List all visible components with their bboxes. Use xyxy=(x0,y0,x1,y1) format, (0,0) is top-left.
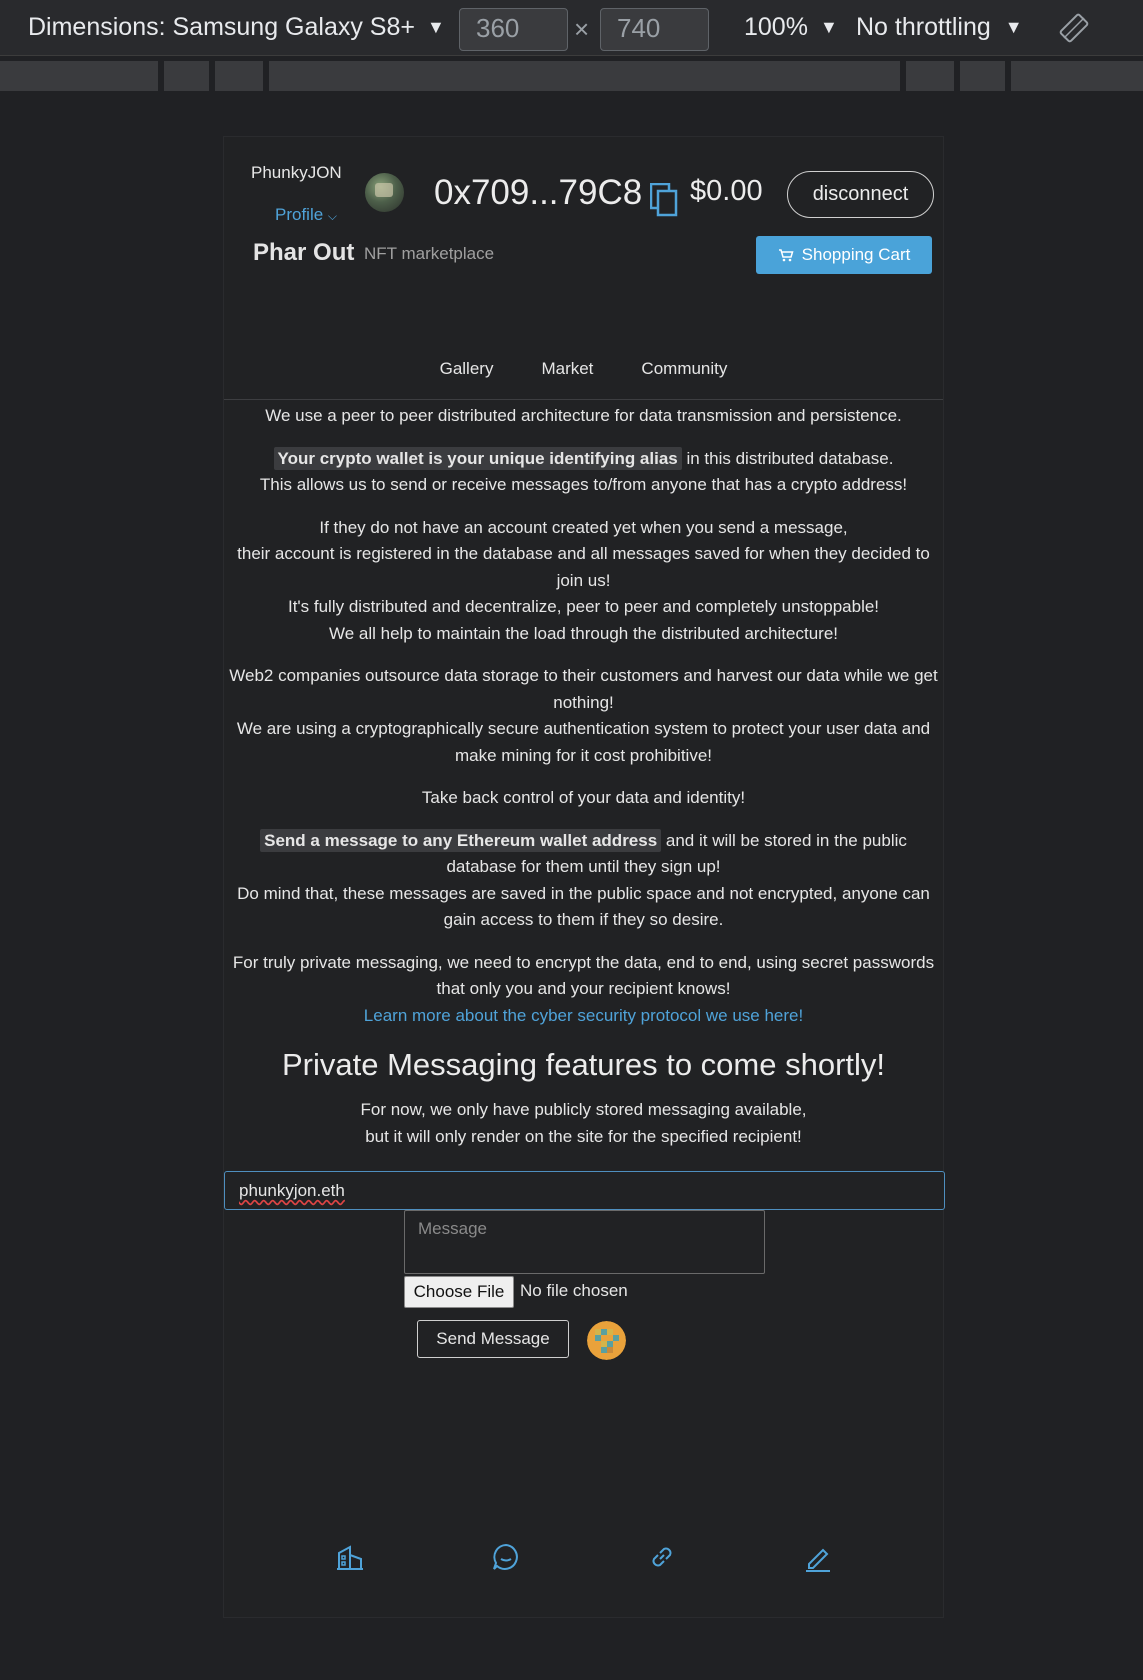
building-icon[interactable] xyxy=(334,1541,366,1573)
throttling-label: No throttling xyxy=(856,13,991,41)
no-file-label: No file chosen xyxy=(520,1281,628,1300)
alias-rest: in this distributed database. xyxy=(681,448,894,468)
device-height-input[interactable]: 740 xyxy=(600,8,709,51)
send-paragraph: Send a message to any Ethereum wallet ad… xyxy=(224,828,943,934)
message-textarea[interactable]: Message xyxy=(404,1210,765,1274)
registration-paragraph: If they do not have an account created y… xyxy=(224,515,943,648)
page-heading: Private Messaging features to come short… xyxy=(281,1047,886,1082)
chevron-down-icon: ⌵ xyxy=(327,209,338,223)
registration-line: It's fully distributed and decentralize,… xyxy=(287,597,880,616)
username: PhunkyJON xyxy=(251,163,342,182)
note-paragraph: For now, we only have publicly stored me… xyxy=(224,1097,943,1150)
private-line: For truly private messaging, we need to … xyxy=(232,952,935,999)
shopping-cart-button[interactable]: Shopping Cart xyxy=(756,236,932,274)
recipient-input[interactable]: phunkyjon.eth xyxy=(224,1171,945,1210)
brand-name[interactable]: Phar Out xyxy=(253,239,354,267)
send-message-button[interactable]: Send Message xyxy=(417,1320,569,1358)
media-query-bar xyxy=(0,61,1143,91)
dimensions-caret-icon: ▼ xyxy=(427,17,445,37)
wallet-address: 0x709...79C8 xyxy=(434,173,643,212)
media-query-segment[interactable] xyxy=(1011,61,1143,91)
take-back-text: Take back control of your data and ident… xyxy=(421,788,746,807)
private-paragraph: For truly private messaging, we need to … xyxy=(224,950,943,1030)
nav-divider xyxy=(224,399,943,400)
cart-icon xyxy=(778,249,794,262)
media-query-segment[interactable] xyxy=(269,61,900,91)
media-query-segment[interactable] xyxy=(906,61,954,91)
profile-label: Profile xyxy=(275,205,324,224)
rotate-icon[interactable] xyxy=(1058,12,1090,44)
zoom-dropdown[interactable]: 100% ▼ xyxy=(744,13,838,42)
avatar[interactable] xyxy=(365,173,404,212)
media-query-segment[interactable] xyxy=(960,61,1005,91)
nav-item-market[interactable]: Market xyxy=(541,359,593,379)
throttling-dropdown[interactable]: No throttling ▼ xyxy=(856,13,1023,42)
info-content: We use a peer to peer distributed archit… xyxy=(224,403,943,1166)
media-query-segment[interactable] xyxy=(0,61,158,91)
zoom-caret-icon: ▼ xyxy=(819,17,838,37)
devtools-device-toolbar: Dimensions: Samsung Galaxy S8+ ▼ 360 × 7… xyxy=(0,0,1143,56)
recipient-value: phunkyjon.eth xyxy=(239,1180,345,1200)
bottom-nav xyxy=(224,1541,943,1581)
main-nav: Gallery Market Community xyxy=(224,359,943,379)
device-viewport: PhunkyJON Profile ⌵ 0x709...79C8 $0.00 d… xyxy=(223,136,945,1618)
zoom-label: 100% xyxy=(744,13,808,41)
web2-line: We are using a cryptographically secure … xyxy=(236,719,931,765)
send-highlight: Send a message to any Ethereum wallet ad… xyxy=(260,828,662,852)
registration-line: their account is registered in the datab… xyxy=(237,544,930,590)
dimension-times-sign: × xyxy=(574,14,590,44)
media-query-segment[interactable] xyxy=(164,61,209,91)
throttling-caret-icon: ▼ xyxy=(1004,17,1023,37)
alias-highlight: Your crypto wallet is your unique identi… xyxy=(273,446,682,470)
nav-item-community[interactable]: Community xyxy=(641,359,727,379)
registration-line: If they do not have an account created y… xyxy=(319,517,848,537)
profile-dropdown[interactable]: Profile ⌵ xyxy=(275,205,337,225)
note-line: but it will only render on the site for … xyxy=(365,1126,802,1146)
nav-item-gallery[interactable]: Gallery xyxy=(440,359,494,379)
recipient-avatar xyxy=(587,1321,626,1360)
media-query-segment[interactable] xyxy=(215,61,263,91)
registration-line: We all help to maintain the load through… xyxy=(328,623,839,643)
note-line: For now, we only have publicly stored me… xyxy=(360,1100,807,1119)
web2-line: Web2 companies outsource data storage to… xyxy=(229,666,938,712)
intro-text: We use a peer to peer distributed archit… xyxy=(265,406,902,425)
wallet-balance: $0.00 xyxy=(690,175,763,207)
alias-line2: This allows us to send or receive messag… xyxy=(259,475,908,494)
shopping-cart-label: Shopping Cart xyxy=(801,245,911,264)
device-dimensions-dropdown[interactable]: Dimensions: Samsung Galaxy S8+ ▼ xyxy=(28,13,445,42)
web2-paragraph: Web2 companies outsource data storage to… xyxy=(224,663,943,769)
copy-icon[interactable] xyxy=(650,183,678,217)
alias-paragraph: Your crypto wallet is your unique identi… xyxy=(224,446,943,499)
brand-tagline: NFT marketplace xyxy=(364,244,495,263)
choose-file-button[interactable]: Choose File xyxy=(404,1276,514,1308)
send-line2: Do mind that, these messages are saved i… xyxy=(237,883,930,930)
link-icon[interactable] xyxy=(646,1541,678,1573)
disconnect-button[interactable]: disconnect xyxy=(787,171,934,218)
pencil-icon[interactable] xyxy=(802,1541,834,1573)
device-dimensions-label: Dimensions: Samsung Galaxy S8+ xyxy=(28,13,415,41)
device-width-input[interactable]: 360 xyxy=(459,8,568,51)
chat-icon[interactable] xyxy=(490,1541,522,1573)
learn-more-link[interactable]: Learn more about the cyber security prot… xyxy=(364,1006,803,1025)
